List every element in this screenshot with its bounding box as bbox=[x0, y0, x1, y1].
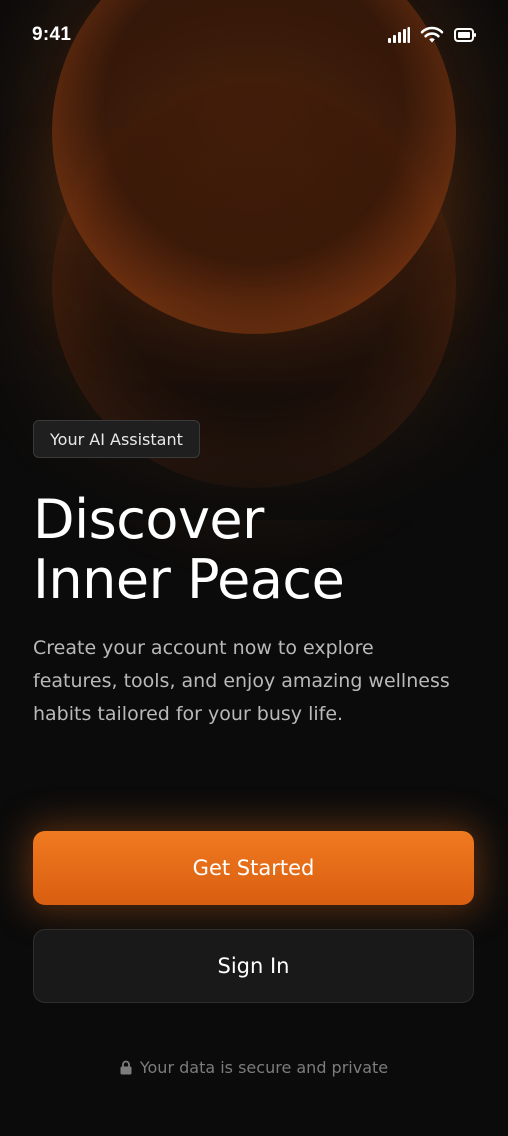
title-line-1: Discover bbox=[33, 488, 264, 551]
assistant-badge: Your AI Assistant bbox=[33, 420, 200, 458]
cellular-signal-icon bbox=[388, 27, 410, 43]
sign-in-button[interactable]: Sign In bbox=[33, 929, 474, 1003]
wifi-icon bbox=[420, 26, 444, 44]
description-text: Create your account now to explore featu… bbox=[33, 637, 450, 725]
badge-label: Your AI Assistant bbox=[50, 429, 183, 449]
security-note: Your data is secure and private bbox=[0, 1058, 508, 1077]
page-title: Discover Inner Peace bbox=[33, 490, 483, 610]
onboarding-screen: 9:41 Your AI Assistant Discover Inner Pe… bbox=[0, 0, 508, 1136]
get-started-button[interactable]: Get Started bbox=[33, 831, 474, 905]
get-started-label: Get Started bbox=[192, 856, 315, 880]
status-time: 9:41 bbox=[32, 24, 72, 45]
hero-fade bbox=[0, 300, 508, 520]
title-line-2: Inner Peace bbox=[33, 548, 345, 611]
status-icons bbox=[388, 26, 476, 44]
status-bar: 9:41 bbox=[0, 0, 508, 72]
battery-icon bbox=[454, 28, 476, 42]
security-note-text: Your data is secure and private bbox=[139, 1058, 389, 1077]
lock-icon bbox=[120, 1060, 132, 1075]
sign-in-label: Sign In bbox=[217, 954, 290, 978]
